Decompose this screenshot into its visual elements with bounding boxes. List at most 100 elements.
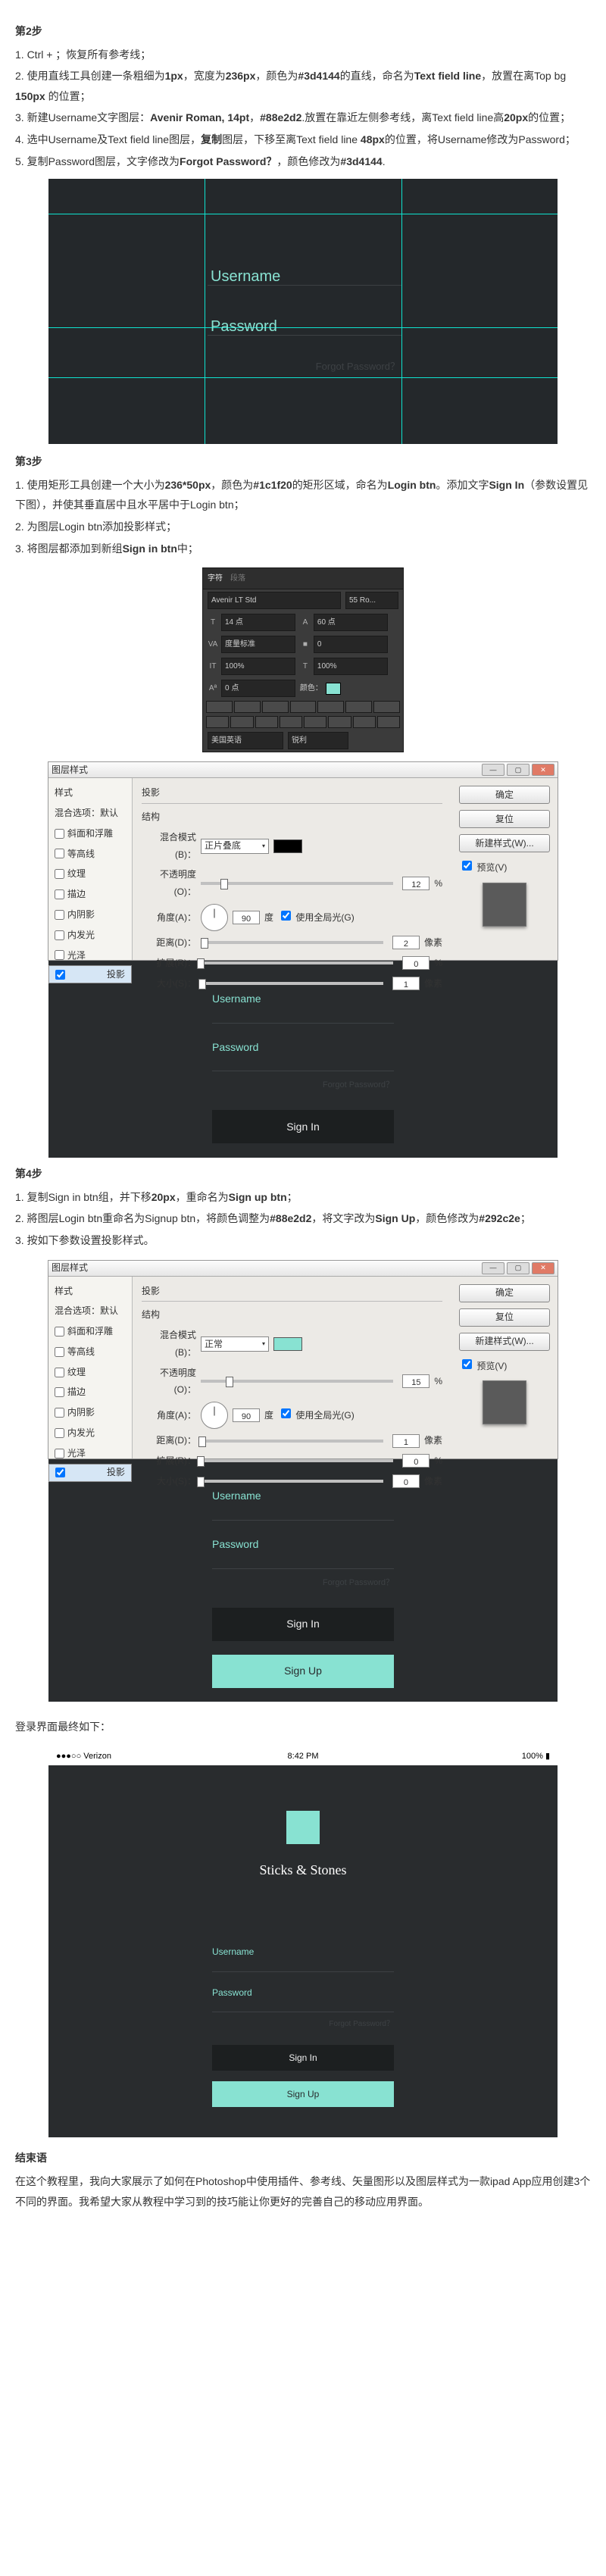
opacity-value[interactable]: 15 [402,1374,430,1388]
cancel-button[interactable]: 复位 [459,810,550,828]
signin-button[interactable]: Sign In [212,1608,394,1641]
size-value[interactable]: 0 [392,1474,420,1488]
ot-feature-btn[interactable] [280,716,302,728]
angle-value[interactable]: 90 [233,1408,260,1422]
ot-feature-btn[interactable] [304,716,326,728]
tracking-field[interactable]: 0 [314,636,388,653]
opacity-slider[interactable] [201,1380,393,1383]
style-contour[interactable]: 等高线 [48,1342,132,1362]
preview-checkbox[interactable]: 预览(V) [459,1357,550,1375]
ok-button[interactable]: 确定 [459,1284,550,1302]
signin-button[interactable]: Sign In [212,1110,394,1143]
spread-value[interactable]: 0 [402,956,430,970]
username-label: Username [212,989,394,1009]
baseline-field[interactable]: 0 点 [221,680,295,697]
blend-mode-select[interactable]: 正片叠底▾ [201,839,269,854]
t: ，颜色修改为 [415,1212,479,1224]
size-value[interactable]: 1 [392,977,420,990]
style-bevel[interactable]: 斜面和浮雕 [48,824,132,844]
styles-head: 样式 [48,1281,132,1302]
lang-select[interactable]: 美国英语 [208,732,283,749]
angle-value[interactable]: 90 [233,911,260,924]
blending-options[interactable]: 混合选项：默认 [48,803,132,824]
style-innerglow[interactable]: 内发光 [48,925,132,946]
ot-feature-btn[interactable] [255,716,278,728]
type-style-btn[interactable] [262,701,289,713]
style-satin[interactable]: 光泽 [48,946,132,966]
spread-slider[interactable] [201,1459,393,1462]
closing-heading: 结束语 [15,2148,591,2168]
type-style-btn[interactable] [206,701,233,713]
tab-paragraph[interactable]: 段落 [230,571,245,586]
ot-feature-btn[interactable] [328,716,351,728]
type-style-btn[interactable] [345,701,372,713]
style-dropshadow[interactable]: 投影 [48,1464,132,1482]
style-texture[interactable]: 纹理 [48,864,132,884]
distance-slider[interactable] [201,1440,383,1443]
type-style-btn[interactable] [373,701,400,713]
type-style-btn[interactable] [317,701,344,713]
ot-feature-btn[interactable] [230,716,253,728]
cancel-button[interactable]: 复位 [459,1308,550,1327]
blend-mode-select[interactable]: 正常▾ [201,1336,269,1352]
aa-select[interactable]: 锐利 [288,732,348,749]
kerning-field[interactable]: 度量标准 [221,636,295,653]
preview-checkbox[interactable]: 预览(V) [459,858,550,877]
shadow-color-swatch[interactable] [273,1337,302,1351]
size-slider[interactable] [201,1480,383,1483]
style-innershadow[interactable]: 内阴影 [48,1402,132,1423]
hscale-icon: T [300,659,311,674]
blending-options[interactable]: 混合选项：默认 [48,1301,132,1321]
signup-button[interactable]: Sign Up [212,1655,394,1688]
close-icon[interactable]: ✕ [532,764,554,776]
new-style-button[interactable]: 新建样式(W)... [459,834,550,852]
distance-value[interactable]: 1 [392,1434,420,1448]
hscale-field[interactable]: 100% [314,658,388,675]
final-caption: 登录界面最终如下： [15,1717,591,1737]
font-size-field[interactable]: 14 点 [221,614,295,631]
maximize-icon[interactable]: ▢ [507,764,529,776]
ot-feature-btn[interactable] [377,716,400,728]
opacity-slider[interactable] [201,882,393,885]
close-icon[interactable]: ✕ [532,1262,554,1274]
global-light-checkbox[interactable]: 使用全局光(G) [278,1406,355,1424]
distance-value[interactable]: 2 [392,936,420,949]
opacity-value[interactable]: 12 [402,877,430,890]
style-texture[interactable]: 纹理 [48,1362,132,1383]
type-style-btn[interactable] [234,701,261,713]
spread-value[interactable]: 0 [402,1454,430,1468]
global-light-checkbox[interactable]: 使用全局光(G) [278,908,355,927]
minimize-icon[interactable]: — [482,764,504,776]
spread-label: 扩展(R)： [142,1452,196,1470]
size-slider[interactable] [201,982,383,985]
ot-feature-btn[interactable] [206,716,229,728]
style-bevel[interactable]: 斜面和浮雕 [48,1321,132,1342]
tab-character[interactable]: 字符 [208,571,223,586]
font-style-select[interactable]: 55 Ro... [345,592,398,609]
style-innershadow[interactable]: 内阴影 [48,905,132,925]
distance-slider[interactable] [201,941,383,944]
text-color-swatch[interactable] [326,683,341,695]
angle-dial[interactable] [201,1402,228,1429]
signup-button[interactable]: Sign Up [212,2081,394,2107]
t: Avenir Roman, 14pt [150,111,249,123]
new-style-button[interactable]: 新建样式(W)... [459,1333,550,1351]
maximize-icon[interactable]: ▢ [507,1262,529,1274]
spread-slider[interactable] [201,961,393,964]
type-style-btn[interactable] [290,701,317,713]
style-dropshadow[interactable]: 投影 [48,965,132,983]
minimize-icon[interactable]: — [482,1262,504,1274]
style-contour[interactable]: 等高线 [48,844,132,864]
style-innerglow[interactable]: 内发光 [48,1423,132,1443]
style-stroke[interactable]: 描边 [48,884,132,905]
angle-dial[interactable] [201,904,228,931]
style-satin[interactable]: 光泽 [48,1443,132,1464]
shadow-color-swatch[interactable] [273,839,302,853]
vscale-field[interactable]: 100% [221,658,295,675]
style-stroke[interactable]: 描边 [48,1382,132,1402]
font-family-select[interactable]: Avenir LT Std [208,592,341,609]
ot-feature-btn[interactable] [353,716,376,728]
leading-field[interactable]: 60 点 [314,614,388,631]
signin-button[interactable]: Sign In [212,2045,394,2071]
ok-button[interactable]: 确定 [459,786,550,804]
